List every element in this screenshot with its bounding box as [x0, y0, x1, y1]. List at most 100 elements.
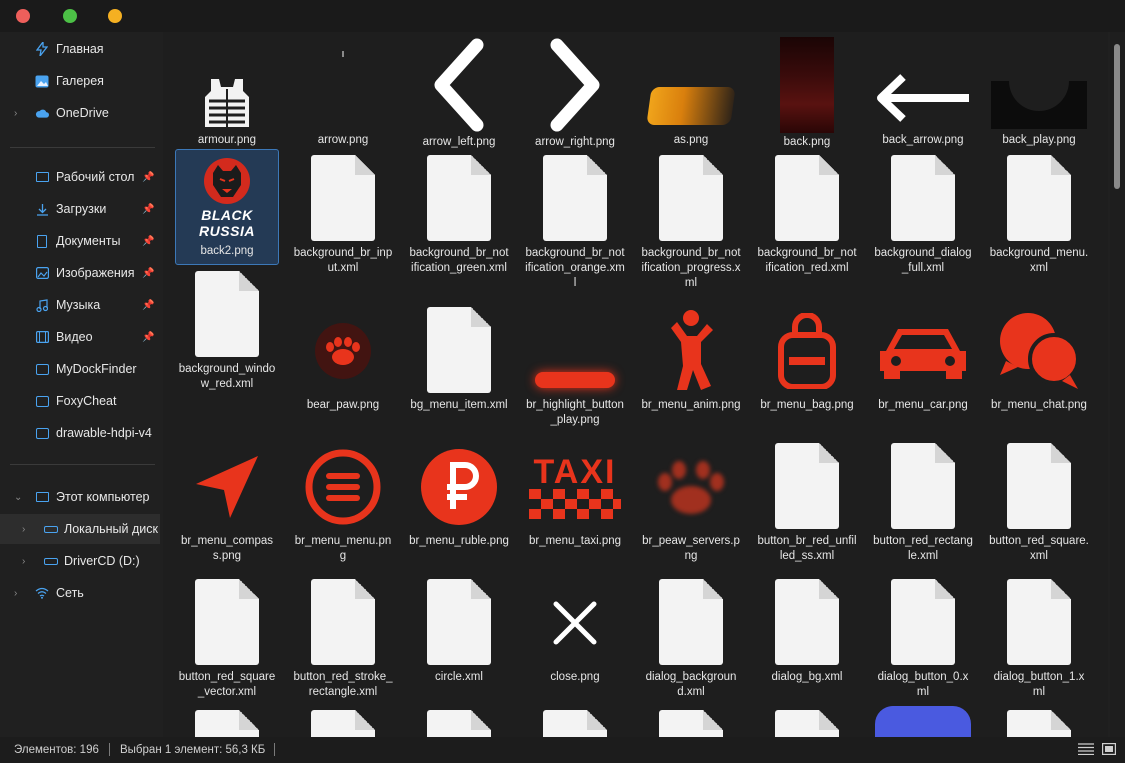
file-icon: [195, 271, 259, 357]
status-divider: [274, 743, 275, 756]
drive-icon: [44, 522, 58, 536]
vertical-scrollbar[interactable]: [1110, 32, 1125, 737]
sidebar-item-gallery[interactable]: Галерея: [0, 66, 160, 96]
file-item[interactable]: background_br_input.xml: [291, 149, 395, 301]
file-item[interactable]: back.png: [755, 32, 859, 149]
file-item[interactable]: background_dialog_full.xml: [871, 149, 975, 301]
chevron-right-icon[interactable]: ›: [22, 524, 25, 535]
file-item[interactable]: background_br_notification_orange.xml: [523, 149, 627, 301]
file-item-selected[interactable]: BLACK RUSSIA back2.png: [175, 149, 279, 265]
file-thumbnail: [759, 306, 855, 396]
file-item[interactable]: back_arrow.png: [871, 32, 975, 149]
file-item[interactable]: dialog_button_0.xml: [871, 573, 975, 701]
file-item[interactable]: [871, 701, 975, 737]
file-item[interactable]: [523, 701, 627, 737]
file-name: close.png: [550, 671, 600, 683]
scrollbar-thumb[interactable]: [1114, 44, 1120, 189]
sidebar-item-this-pc[interactable]: ⌄ Этот компьютер: [0, 482, 160, 512]
file-item[interactable]: dialog_button_1.xml: [987, 573, 1091, 701]
sidebar-item-desktop[interactable]: Рабочий стол 📌: [0, 162, 160, 192]
file-item[interactable]: TAXI br_menu_taxi.png: [523, 437, 627, 573]
chevron-right-icon[interactable]: ›: [22, 556, 25, 567]
sidebar-item-mydockfinder[interactable]: MyDockFinder: [0, 354, 160, 384]
file-item[interactable]: arrow.png: [291, 32, 395, 149]
file-item[interactable]: background_br_notification_green.xml: [407, 149, 511, 301]
file-item[interactable]: bear_paw.png: [291, 301, 395, 437]
file-thumbnail: [991, 578, 1087, 668]
file-item[interactable]: button_br_red_unfilled_ss.xml: [755, 437, 859, 573]
sidebar-item-local-disk[interactable]: › Локальный диск: [0, 514, 160, 544]
file-item[interactable]: as.png: [639, 32, 743, 149]
sidebar-item-drivercd[interactable]: › DriverCD (D:): [0, 546, 160, 576]
file-item[interactable]: button_red_square.xml: [987, 437, 1091, 573]
file-name: as.png: [673, 134, 709, 146]
file-item[interactable]: br_highlight_button_play.png: [523, 301, 627, 437]
file-item[interactable]: background_menu.xml: [987, 149, 1091, 301]
compass-icon: [196, 456, 258, 518]
file-item[interactable]: arrow_right.png: [523, 32, 627, 149]
file-item[interactable]: circle.xml: [407, 573, 511, 701]
maximize-window-button[interactable]: [63, 9, 77, 23]
file-item[interactable]: button_red_stroke_rectangle.xml: [291, 573, 395, 701]
file-item[interactable]: [407, 701, 511, 737]
details-view-icon[interactable]: [1078, 742, 1094, 756]
file-item[interactable]: br_menu_car.png: [871, 301, 975, 437]
file-item[interactable]: bg_menu_item.xml: [407, 301, 511, 437]
file-item[interactable]: armour.png: [175, 32, 279, 149]
sidebar-item-music[interactable]: Музыка 📌: [0, 290, 160, 320]
file-name: circle.xml: [435, 671, 483, 683]
file-item[interactable]: background_br_notification_red.xml: [755, 149, 859, 301]
file-item[interactable]: br_peaw_servers.png: [639, 437, 743, 573]
file-item[interactable]: arrow_left.png: [407, 32, 511, 149]
chevron-right-icon[interactable]: ›: [14, 588, 17, 599]
sidebar-item-home[interactable]: Главная: [0, 34, 160, 64]
sidebar-item-pictures[interactable]: Изображения 📌: [0, 258, 160, 288]
sidebar-item-foxycheat[interactable]: FoxyCheat: [0, 386, 160, 416]
file-icon: [1007, 710, 1071, 737]
drive-icon: [44, 554, 58, 568]
chevron-right-icon[interactable]: ›: [14, 108, 17, 119]
file-item[interactable]: [755, 701, 859, 737]
file-thumbnail: [295, 154, 391, 244]
file-item[interactable]: br_menu_chat.png: [987, 301, 1091, 437]
tiles-view-icon[interactable]: [1101, 742, 1117, 756]
file-item[interactable]: button_red_rectangle.xml: [871, 437, 975, 573]
file-thumbnail: [527, 37, 623, 133]
file-item[interactable]: button_red_square_vector.xml: [175, 573, 279, 701]
sidebar-item-network[interactable]: › Сеть: [0, 578, 160, 608]
armour-icon: [205, 79, 249, 127]
file-item[interactable]: back_play.png: [987, 32, 1091, 149]
minimize-window-button[interactable]: [108, 9, 122, 23]
pin-icon: 📌: [142, 235, 155, 247]
file-item[interactable]: background_br_notification_progress.xml: [639, 149, 743, 301]
file-item[interactable]: br_menu_menu.png: [291, 437, 395, 573]
sidebar-item-videos[interactable]: Видео 📌: [0, 322, 160, 352]
file-item[interactable]: dialog_bg.xml: [755, 573, 859, 701]
file-icon: [775, 710, 839, 737]
file-item[interactable]: background_window_red.xml: [175, 265, 279, 401]
file-item[interactable]: [175, 701, 279, 737]
chevron-down-icon[interactable]: ⌄: [14, 492, 22, 503]
file-item[interactable]: [987, 701, 1091, 737]
file-thumbnail: [759, 578, 855, 668]
sidebar-item-documents[interactable]: Документы 📌: [0, 226, 160, 256]
file-item[interactable]: br_menu_anim.png: [639, 301, 743, 437]
file-item[interactable]: br_menu_compass.png: [175, 437, 279, 573]
file-name: bear_paw.png: [306, 399, 380, 411]
file-item[interactable]: br_menu_ruble.png: [407, 437, 511, 573]
sidebar-item-label: Загрузки: [56, 202, 107, 216]
file-item[interactable]: [639, 701, 743, 737]
sidebar-item-onedrive[interactable]: › OneDrive: [0, 98, 160, 128]
file-item[interactable]: [291, 701, 395, 737]
file-name: dialog_button_1.xml: [993, 671, 1085, 698]
file-item[interactable]: close.png: [523, 573, 627, 701]
gallery-icon: [35, 74, 49, 88]
sidebar-item-drawable[interactable]: drawable-hdpi-v4: [0, 418, 160, 448]
app-icon: [875, 706, 971, 737]
file-item[interactable]: dialog_background.xml: [639, 573, 743, 701]
close-window-button[interactable]: [16, 9, 30, 23]
sidebar-item-downloads[interactable]: Загрузки 📌: [0, 194, 160, 224]
highlight-bar-image: [535, 372, 615, 388]
file-grid: armour.png arrow.png arrow_left.png arro…: [173, 32, 1108, 737]
file-item[interactable]: br_menu_bag.png: [755, 301, 859, 437]
